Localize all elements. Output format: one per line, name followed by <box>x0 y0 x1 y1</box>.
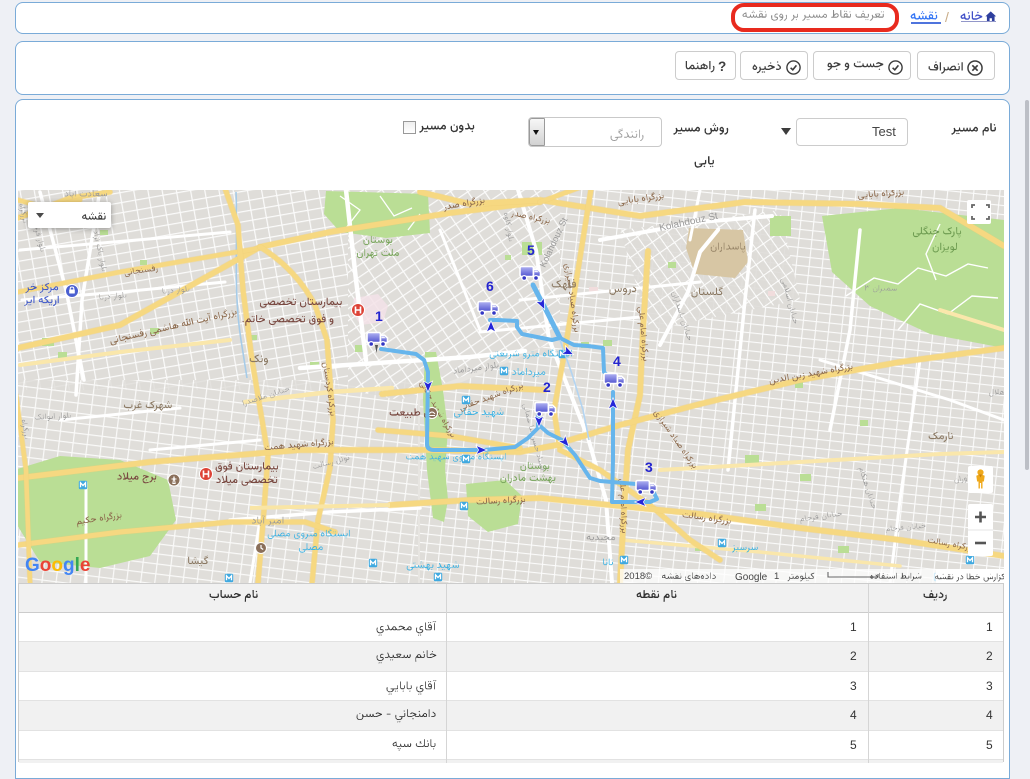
svg-text:Google: Google <box>25 555 90 576</box>
svg-text:4: 4 <box>613 353 621 369</box>
svg-text:Google: Google <box>735 572 768 583</box>
svg-text:1: 1 <box>375 308 383 324</box>
svg-text:6: 6 <box>486 278 494 294</box>
svg-text:2018©: 2018© <box>624 571 652 582</box>
svg-text:3: 3 <box>645 459 653 475</box>
svg-text:1: 1 <box>774 571 779 582</box>
svg-text:2: 2 <box>543 379 551 395</box>
svg-text:5: 5 <box>527 242 535 258</box>
